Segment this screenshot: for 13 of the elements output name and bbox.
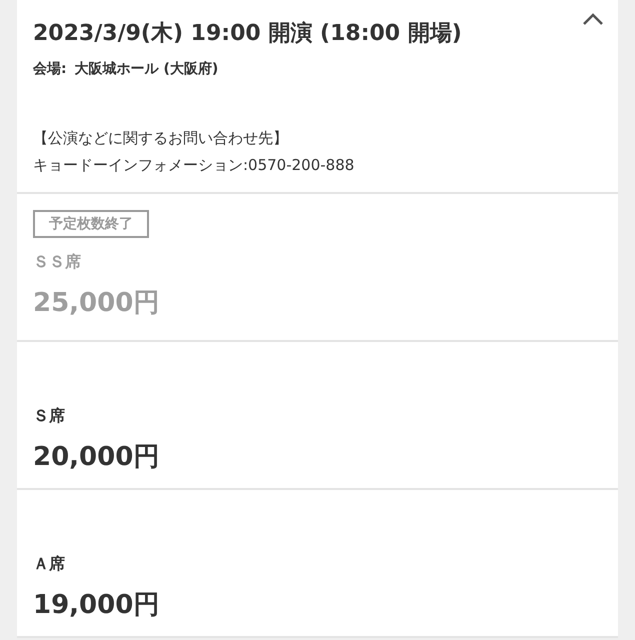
collapse-chevron-icon[interactable] <box>582 12 604 26</box>
seat-class: Ａ席 <box>33 554 66 575</box>
venue-name: 大阪城ホール (大阪府) <box>74 60 218 78</box>
seat-class: ＳＳ席 <box>33 252 82 273</box>
seat-price: 25,000円 <box>33 287 160 320</box>
venue-label: 会場: <box>33 60 67 78</box>
contact-text: 【公演などに関するお問い合わせ先】 <box>33 128 289 149</box>
sold-out-badge: 予定枚数終了 <box>33 210 149 238</box>
seat-price: 19,000円 <box>33 589 160 622</box>
performance-title: 2023/3/9(木) 19:00 開演 (18:00 開場) <box>33 20 462 48</box>
contact-text: キョードーインフォメーション:0570-200-888 <box>33 155 356 176</box>
seat-class: Ｓ席 <box>33 406 66 427</box>
seat-price: 20,000円 <box>33 441 160 474</box>
